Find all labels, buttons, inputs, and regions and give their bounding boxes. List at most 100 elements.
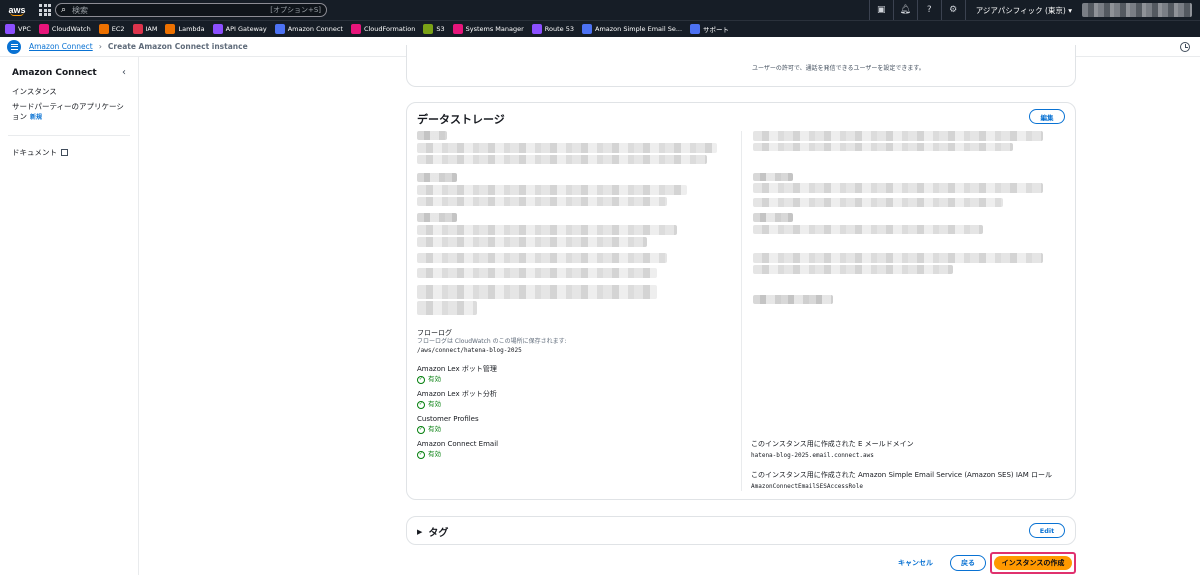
check-circle-icon: ✓ bbox=[417, 450, 425, 459]
field-label: Amazon Lex ボット分析 bbox=[417, 390, 497, 398]
lex-bot-analytics-field: Amazon Lex ボット分析 ✓ 有効 bbox=[417, 390, 497, 409]
help-icon[interactable]: ? bbox=[916, 0, 941, 20]
favorite-item[interactable]: Amazon Simple Email Se... bbox=[582, 24, 682, 34]
settings-gear-icon[interactable]: ⚙ bbox=[940, 0, 965, 20]
edit-button[interactable]: 編集 bbox=[1029, 109, 1065, 124]
connect-email-field: Amazon Connect Email ✓ 有効 bbox=[417, 440, 498, 459]
favorite-item[interactable]: Amazon Connect bbox=[274, 24, 343, 34]
service-icon bbox=[5, 24, 15, 34]
redacted-content bbox=[417, 131, 447, 140]
favorite-item[interactable]: サポート bbox=[690, 24, 729, 34]
cancel-button[interactable]: キャンセル bbox=[898, 558, 933, 568]
back-button[interactable]: 戻る bbox=[950, 555, 986, 571]
favorite-label: Systems Manager bbox=[465, 25, 524, 33]
favorite-label: Lambda bbox=[178, 25, 205, 33]
sidebar-item-third-party-apps[interactable]: サードパーティーのアプリケーション 新規 bbox=[12, 102, 126, 123]
hamburger-menu-icon[interactable] bbox=[7, 39, 21, 54]
service-icon bbox=[165, 24, 176, 34]
flow-logs-field: フローログ フローログは CloudWatch のこの場所に保存されます: /a… bbox=[417, 329, 567, 355]
redacted-content bbox=[753, 265, 953, 274]
account-menu-redacted[interactable] bbox=[1082, 3, 1192, 17]
service-icon bbox=[212, 24, 223, 34]
create-instance-highlight: インスタンスの作成 bbox=[990, 552, 1076, 574]
previous-section-card: ユーザーの許可で、通話を発信できるユーザーを設定できます。 bbox=[406, 45, 1076, 87]
status-text: 有効 bbox=[428, 450, 441, 459]
favorite-label: Route 53 bbox=[544, 25, 574, 33]
services-grid-icon[interactable] bbox=[38, 3, 52, 17]
favorite-label: IAM bbox=[145, 25, 158, 33]
favorite-item[interactable]: CloudWatch bbox=[38, 24, 91, 34]
notifications-icon[interactable]: 🔔︎ bbox=[892, 0, 917, 20]
check-circle-icon: ✓ bbox=[417, 425, 425, 434]
field-label: Customer Profiles bbox=[417, 415, 479, 423]
status-text: 有効 bbox=[428, 400, 441, 409]
favorite-label: VPC bbox=[18, 25, 31, 33]
sidebar-item-documentation[interactable]: ドキュメント bbox=[12, 148, 126, 159]
redacted-content bbox=[753, 225, 983, 234]
column-divider bbox=[741, 131, 742, 491]
cloudshell-icon[interactable]: ▣ bbox=[868, 0, 893, 20]
lex-bot-management-field: Amazon Lex ボット管理 ✓ 有効 bbox=[417, 365, 497, 384]
history-clock-icon[interactable] bbox=[1180, 42, 1190, 52]
redacted-content bbox=[753, 213, 793, 222]
favorite-item[interactable]: Systems Manager bbox=[452, 24, 524, 34]
favorite-item[interactable]: EC2 bbox=[98, 24, 125, 34]
breadcrumb-separator-icon: › bbox=[98, 42, 102, 51]
caret-right-icon: ▶ bbox=[417, 527, 423, 536]
status-badge: ✓ 有効 bbox=[417, 400, 497, 409]
breadcrumb-current: Create Amazon Connect instance bbox=[107, 42, 248, 51]
favorite-item[interactable]: S3 bbox=[423, 24, 445, 34]
collapse-sidebar-icon[interactable]: ‹ bbox=[122, 67, 126, 78]
breadcrumb-link-amazon-connect[interactable]: Amazon Connect bbox=[29, 42, 93, 51]
favorite-item[interactable]: VPC bbox=[5, 24, 31, 34]
sidebar-item-instances[interactable]: インスタンス bbox=[12, 87, 126, 98]
tags-expand-toggle[interactable]: ▶ タグ bbox=[417, 524, 449, 540]
redacted-content bbox=[417, 285, 657, 299]
top-nav-icons: ▣ 🔔︎ ? ⚙ アジアパシフィック (東京) ▾ bbox=[868, 0, 1200, 20]
service-icon bbox=[350, 24, 361, 34]
favorite-item[interactable]: IAM bbox=[132, 24, 158, 34]
redacted-content bbox=[417, 197, 667, 206]
favorite-label: EC2 bbox=[111, 25, 125, 33]
tags-card[interactable]: ▶ タグ Edit bbox=[406, 516, 1076, 545]
favorite-label: API Gateway bbox=[225, 25, 267, 33]
redacted-content bbox=[417, 155, 707, 164]
field-label: このインスタンス用に作成された E メールドメイン bbox=[751, 440, 914, 448]
tags-edit-button[interactable]: Edit bbox=[1029, 523, 1065, 538]
favorite-item[interactable]: API Gateway bbox=[212, 24, 267, 34]
create-instance-button[interactable]: インスタンスの作成 bbox=[994, 556, 1072, 570]
email-domain-field: このインスタンス用に作成された E メールドメイン hatena-blog-20… bbox=[751, 440, 914, 461]
favorite-item[interactable]: Route 53 bbox=[531, 24, 574, 34]
field-value: hatena-blog-2025.email.connect.aws bbox=[751, 452, 874, 460]
field-label: Amazon Connect Email bbox=[417, 440, 499, 448]
favorite-label: CloudWatch bbox=[51, 25, 91, 33]
redacted-content bbox=[417, 143, 717, 153]
external-link-icon bbox=[61, 148, 68, 156]
redacted-content bbox=[753, 198, 1003, 207]
favorite-item[interactable]: Lambda bbox=[165, 24, 205, 34]
redacted-content bbox=[753, 131, 1043, 141]
redacted-content bbox=[753, 295, 833, 304]
status-text: 有効 bbox=[428, 425, 441, 434]
service-icon bbox=[690, 24, 701, 34]
service-icon bbox=[531, 24, 542, 34]
favorite-item[interactable]: CloudFormation bbox=[350, 24, 416, 34]
search-shortcut-hint: [オプション+S] bbox=[270, 6, 321, 14]
aws-logo[interactable]: aws bbox=[4, 0, 30, 20]
redacted-content bbox=[753, 183, 1043, 193]
redacted-content bbox=[417, 185, 687, 195]
redacted-content bbox=[417, 237, 647, 247]
sidebar: Amazon Connect ‹ インスタンス サードパーティーのアプリケーショ… bbox=[0, 57, 139, 575]
ses-role-field: このインスタンス用に作成された Amazon Simple Email Serv… bbox=[751, 471, 1052, 492]
redacted-content bbox=[753, 143, 1013, 151]
search-input[interactable]: ⌕ 検索 [オプション+S] bbox=[55, 3, 327, 17]
search-placeholder: 検索 bbox=[72, 5, 89, 15]
sidebar-item-label: ドキュメント bbox=[12, 147, 57, 157]
check-circle-icon: ✓ bbox=[417, 375, 425, 384]
favorite-label: CloudFormation bbox=[363, 25, 416, 33]
status-badge: ✓ 有効 bbox=[417, 375, 497, 384]
region-selector[interactable]: アジアパシフィック (東京) ▾ bbox=[964, 0, 1082, 20]
sidebar-item-label: サードパーティーのアプリケーション bbox=[12, 101, 124, 122]
section-title: タグ bbox=[428, 528, 449, 539]
sidebar-divider bbox=[8, 134, 130, 136]
